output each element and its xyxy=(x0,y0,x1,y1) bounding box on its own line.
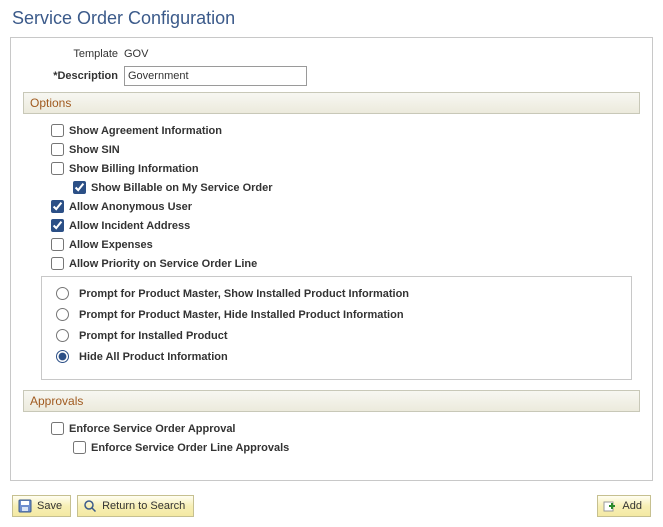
radio-show-installed-label: Prompt for Product Master, Show Installe… xyxy=(79,288,409,300)
show-agreement-label: Show Agreement Information xyxy=(69,125,222,137)
radio-hide-all-label: Hide All Product Information xyxy=(79,351,228,363)
save-icon xyxy=(18,499,32,513)
show-billable-my-so-label: Show Billable on My Service Order xyxy=(91,182,273,194)
search-icon xyxy=(83,499,97,513)
approvals-header: Approvals xyxy=(23,390,640,412)
template-value: GOV xyxy=(124,48,640,60)
add-icon xyxy=(603,499,617,513)
enforce-so-line-checkbox[interactable] xyxy=(73,441,86,454)
action-bar: Save Return to Search Add xyxy=(10,495,653,517)
enforce-so-label: Enforce Service Order Approval xyxy=(69,423,236,435)
enforce-so-line-label: Enforce Service Order Line Approvals xyxy=(91,442,289,454)
return-to-search-label: Return to Search xyxy=(102,500,185,512)
show-sin-checkbox[interactable] xyxy=(51,143,64,156)
config-panel: Template GOV *Description Options Show A… xyxy=(10,37,653,481)
radio-hide-installed[interactable] xyxy=(56,308,69,321)
save-button[interactable]: Save xyxy=(12,495,71,517)
show-billing-checkbox[interactable] xyxy=(51,162,64,175)
add-button-label: Add xyxy=(622,500,642,512)
description-input[interactable] xyxy=(124,66,307,86)
allow-priority-line-label: Allow Priority on Service Order Line xyxy=(69,258,257,270)
description-label: *Description xyxy=(23,70,118,82)
allow-incident-addr-checkbox[interactable] xyxy=(51,219,64,232)
radio-show-installed[interactable] xyxy=(56,287,69,300)
save-button-label: Save xyxy=(37,500,62,512)
show-agreement-checkbox[interactable] xyxy=(51,124,64,137)
allow-anon-checkbox[interactable] xyxy=(51,200,64,213)
radio-prompt-installed-label: Prompt for Installed Product xyxy=(79,330,228,342)
return-to-search-button[interactable]: Return to Search xyxy=(77,495,194,517)
allow-expenses-checkbox[interactable] xyxy=(51,238,64,251)
show-sin-label: Show SIN xyxy=(69,144,120,156)
approvals-body: Enforce Service Order Approval Enforce S… xyxy=(23,412,640,468)
allow-priority-line-checkbox[interactable] xyxy=(51,257,64,270)
show-billable-my-so-checkbox[interactable] xyxy=(73,181,86,194)
radio-hide-installed-label: Prompt for Product Master, Hide Installe… xyxy=(79,309,404,321)
add-button[interactable]: Add xyxy=(597,495,651,517)
allow-expenses-label: Allow Expenses xyxy=(69,239,153,251)
template-label: Template xyxy=(23,48,118,60)
product-info-group: Prompt for Product Master, Show Installe… xyxy=(41,276,632,380)
options-header: Options xyxy=(23,92,640,114)
allow-anon-label: Allow Anonymous User xyxy=(69,201,192,213)
allow-incident-addr-label: Allow Incident Address xyxy=(69,220,190,232)
options-body: Show Agreement Information Show SIN Show… xyxy=(23,114,640,388)
show-billing-label: Show Billing Information xyxy=(69,163,199,175)
radio-prompt-installed[interactable] xyxy=(56,329,69,342)
page-title: Service Order Configuration xyxy=(12,8,653,29)
enforce-so-checkbox[interactable] xyxy=(51,422,64,435)
radio-hide-all[interactable] xyxy=(56,350,69,363)
